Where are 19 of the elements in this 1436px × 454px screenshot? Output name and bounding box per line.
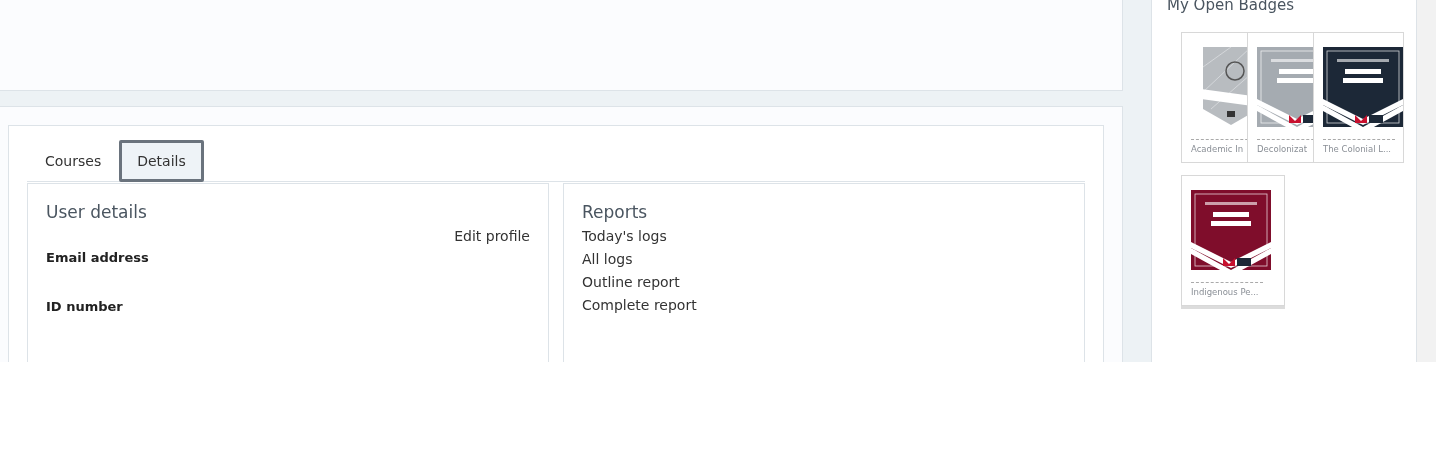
tab[interactable]: Details <box>119 140 204 182</box>
field-label: ID number <box>46 299 124 314</box>
badge-card[interactable]: Decolonizat <box>1247 32 1313 163</box>
edit-profile-link[interactable]: Edit profile <box>454 228 530 244</box>
badge-name: Decolonizat <box>1257 144 1308 154</box>
field-label: Email address <box>46 250 150 265</box>
card-title: User details <box>46 202 148 222</box>
report-link[interactable]: All logs <box>582 251 1066 267</box>
badge-card[interactable]: Academic In <box>1181 32 1247 163</box>
card-title: Reports <box>582 202 649 222</box>
report-link[interactable]: Complete report <box>582 297 1066 313</box>
badge-name: Indigenous Pe... <box>1191 287 1260 297</box>
report-link[interactable]: Outline report <box>582 274 1066 290</box>
badge-card[interactable]: Indigenous Pe... <box>1181 175 1285 306</box>
badge-name: The Colonial L... <box>1323 144 1393 154</box>
report-link[interactable]: Today's logs <box>582 228 1066 244</box>
badge-name: Academic In <box>1191 144 1245 154</box>
tab[interactable]: Courses <box>27 140 120 182</box>
badge-card[interactable]: The Colonial L... <box>1313 32 1404 163</box>
